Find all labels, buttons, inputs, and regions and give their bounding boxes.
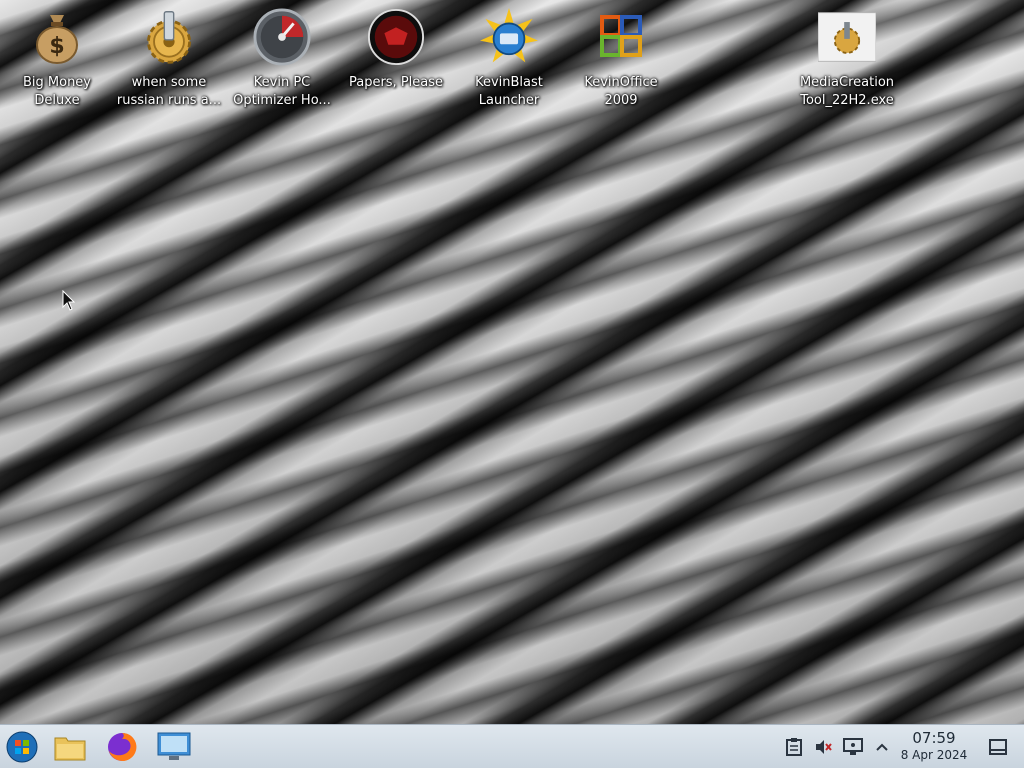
desktop-icon-kevinblast-launcher[interactable]: KevinBlast Launcher <box>454 8 564 110</box>
icon-label-line1: Big Money <box>22 75 91 90</box>
mouse-cursor-icon <box>62 290 76 311</box>
clock-date: 8 Apr 2024 <box>900 748 968 762</box>
icon-label-line1: MediaCreation <box>799 75 895 90</box>
start-orb-icon <box>6 731 38 763</box>
desktop-icon-papers-please[interactable]: Papers, Please <box>341 8 451 92</box>
clock-time: 07:59 <box>912 729 956 747</box>
office-icon <box>592 8 650 66</box>
papers-please-icon <box>367 8 425 66</box>
icon-label-line2: Deluxe <box>34 93 80 108</box>
clock[interactable]: 07:59 8 Apr 2024 <box>896 729 972 763</box>
remote-desktop-icon[interactable] <box>156 729 192 765</box>
desktop-icon-kevinoffice-2009[interactable]: KevinOffice 2009 <box>566 8 676 110</box>
desktop-icon-russian-runs[interactable]: when some russian runs a... <box>114 8 224 110</box>
volume-muted-icon[interactable] <box>813 737 833 757</box>
file-manager-icon[interactable] <box>52 729 88 765</box>
icon-label-line2: Launcher <box>478 93 540 108</box>
start-button[interactable] <box>4 729 40 765</box>
network-monitor-icon[interactable] <box>843 737 863 757</box>
icon-label-line1: KevinBlast <box>475 75 543 90</box>
exe-gear-icon <box>818 8 876 66</box>
show-desktop-icon[interactable] <box>988 737 1008 757</box>
svg-text:$: $ <box>49 34 64 59</box>
desktop-icon-kevin-pc-optimizer[interactable]: Kevin PC Optimizer Ho... <box>227 8 337 110</box>
icon-label-line1: when some <box>131 75 207 90</box>
firefox-icon[interactable] <box>104 729 140 765</box>
icon-label-line1: KevinOffice <box>584 75 658 90</box>
icon-label-line2: 2009 <box>604 93 638 108</box>
gear-icon <box>140 8 198 66</box>
icon-label-line1: Kevin PC <box>253 75 311 90</box>
desktop-wallpaper[interactable]: $ Big Money Deluxe when some russian runs … <box>0 0 1024 724</box>
globe-sun-icon <box>480 8 538 66</box>
taskbar: 07:59 8 Apr 2024 <box>0 724 1024 768</box>
desktop-icon-big-money-deluxe[interactable]: $ Big Money Deluxe <box>2 8 112 110</box>
icon-label-line2: Optimizer Ho... <box>233 93 331 108</box>
icon-label-line1: Papers, Please <box>348 75 444 90</box>
desktop-icon-mediacreation-tool[interactable]: MediaCreation Tool_22H2.exe <box>792 8 902 110</box>
speedometer-icon <box>253 8 311 66</box>
money-bag-icon: $ <box>28 8 86 66</box>
clipboard-icon[interactable] <box>784 737 804 757</box>
icon-label-line2: Tool_22H2.exe <box>800 93 894 108</box>
icon-label-line2: russian runs a... <box>116 93 222 108</box>
chevron-up-icon[interactable] <box>872 737 892 757</box>
